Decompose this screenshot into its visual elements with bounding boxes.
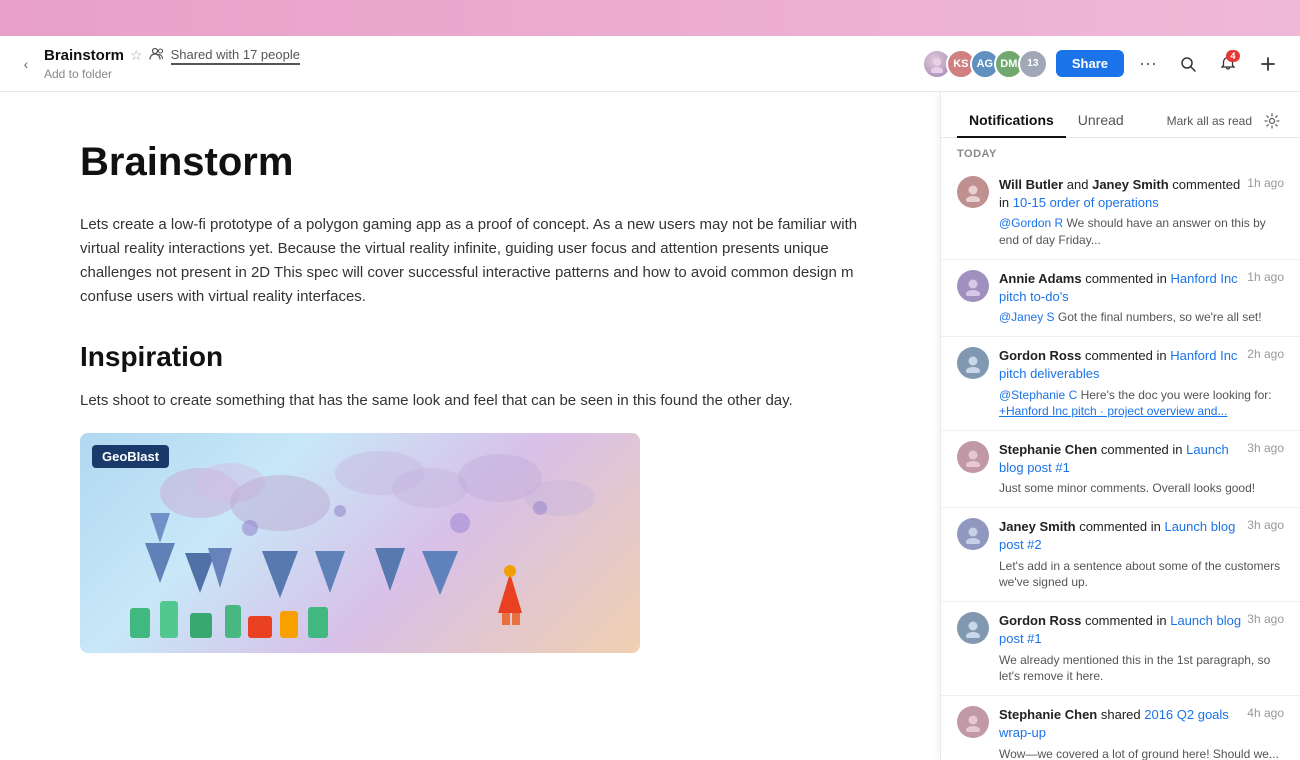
notification-item[interactable]: Annie Adams commented in Hanford Inc pit… <box>941 260 1300 337</box>
notifications-list: TODAY Will Butler and Janey Smith commen… <box>941 138 1300 760</box>
notif-body: Annie Adams commented in Hanford Inc pit… <box>999 270 1284 326</box>
notif-time: 3h ago <box>1247 518 1284 532</box>
document-section-body: Lets shoot to create something that has … <box>80 389 860 413</box>
shared-text[interactable]: Shared with 17 people <box>171 47 300 65</box>
notif-preview: We already mentioned this in the 1st par… <box>999 652 1284 686</box>
notifications-tabs: Notifications Unread <box>957 104 1136 137</box>
shared-people-icon <box>149 46 165 65</box>
notification-item[interactable]: Janey Smith commented in Launch blog pos… <box>941 508 1300 602</box>
notif-preview: @Janey S Got the final numbers, so we're… <box>999 309 1284 326</box>
add-to-folder[interactable]: Add to folder <box>44 67 300 81</box>
notif-text: Gordon Ross commented in Launch blog pos… <box>999 612 1243 648</box>
notification-item[interactable]: Gordon Ross commented in Launch blog pos… <box>941 602 1300 696</box>
notif-text: Stephanie Chen commented in Launch blog … <box>999 441 1243 477</box>
notif-avatar <box>957 518 989 550</box>
notif-avatar <box>957 270 989 302</box>
notification-item[interactable]: Stephanie Chen commented in Launch blog … <box>941 431 1300 508</box>
notif-text: Stephanie Chen shared 2016 Q2 goals wrap… <box>999 706 1243 742</box>
notif-time: 2h ago <box>1247 347 1284 361</box>
document-title: Brainstorm <box>80 140 860 185</box>
notif-row: Stephanie Chen shared 2016 Q2 goals wrap… <box>999 706 1284 745</box>
notification-item[interactable]: Stephanie Chen shared 2016 Q2 goals wrap… <box>941 696 1300 760</box>
shared-section[interactable]: Shared with 17 people <box>149 46 300 65</box>
notif-body: Gordon Ross commented in Hanford Inc pit… <box>999 347 1284 420</box>
notif-text: Gordon Ross commented in Hanford Inc pit… <box>999 347 1243 383</box>
notif-avatar <box>957 706 989 738</box>
document-body: Lets create a low-fi prototype of a poly… <box>80 213 860 309</box>
notif-time: 3h ago <box>1247 441 1284 455</box>
notif-row: Annie Adams commented in Hanford Inc pit… <box>999 270 1284 309</box>
notif-avatar <box>957 176 989 208</box>
notif-preview: @Stephanie C Here's the doc you were loo… <box>999 387 1284 421</box>
notif-body: Will Butler and Janey Smith commented in… <box>999 176 1284 249</box>
doc-title-row: Brainstorm ☆ Shared with 17 people <box>44 46 300 65</box>
notifications-header: Notifications Unread Mark all as read <box>941 92 1300 138</box>
notif-time: 1h ago <box>1247 270 1284 284</box>
geoblast-badge: GeoBIast <box>92 445 169 468</box>
notifications-today-label: TODAY <box>941 138 1300 166</box>
notif-time: 4h ago <box>1247 706 1284 720</box>
notif-preview: Let's add in a sentence about some of th… <box>999 558 1284 592</box>
notifications-tabs-row: Notifications Unread Mark all as read <box>957 104 1284 137</box>
notif-row: Gordon Ross commented in Launch blog pos… <box>999 612 1284 651</box>
notifications-settings-icon[interactable] <box>1260 109 1284 133</box>
bell-badge: 4 <box>1226 50 1240 62</box>
notif-time: 1h ago <box>1247 176 1284 190</box>
notif-text: Will Butler and Janey Smith commented in… <box>999 176 1243 212</box>
document-content: Brainstorm Lets create a low-fi prototyp… <box>0 92 940 760</box>
doc-title-section: Brainstorm ☆ Shared with 17 people Add t… <box>44 46 300 81</box>
more-button[interactable]: ··· <box>1132 48 1164 80</box>
back-button[interactable]: ‹ <box>16 54 36 74</box>
notif-body: Janey Smith commented in Launch blog pos… <box>999 518 1284 591</box>
doc-title: Brainstorm <box>44 47 124 64</box>
document-section-title: Inspiration <box>80 341 860 373</box>
notif-preview: @Gordon R We should have an answer on th… <box>999 215 1284 249</box>
notif-row: Janey Smith commented in Launch blog pos… <box>999 518 1284 557</box>
header: ‹ Brainstorm ☆ Shared with 17 people <box>0 36 1300 92</box>
notif-row: Gordon Ross commented in Hanford Inc pit… <box>999 347 1284 386</box>
mark-all-read-button[interactable]: Mark all as read <box>1167 114 1252 128</box>
notification-item[interactable]: Gordon Ross commented in Hanford Inc pit… <box>941 337 1300 431</box>
notif-avatar <box>957 441 989 473</box>
document-image: GeoBIast <box>80 433 640 653</box>
header-left: ‹ Brainstorm ☆ Shared with 17 people <box>16 46 922 81</box>
star-icon[interactable]: ☆ <box>130 47 143 64</box>
notification-item[interactable]: Will Butler and Janey Smith commented in… <box>941 166 1300 260</box>
notif-row: Stephanie Chen commented in Launch blog … <box>999 441 1284 480</box>
notif-body: Stephanie Chen shared 2016 Q2 goals wrap… <box>999 706 1284 760</box>
notifications-bell-button[interactable]: 4 <box>1212 48 1244 80</box>
header-right: KS AG DM 13 Share ··· 4 <box>922 48 1284 80</box>
avatar-stack: KS AG DM 13 <box>922 49 1048 79</box>
tab-unread[interactable]: Unread <box>1066 104 1136 138</box>
notifications-panel: Notifications Unread Mark all as read TO… <box>940 92 1300 760</box>
notif-avatar <box>957 347 989 379</box>
avatar-count[interactable]: 13 <box>1018 49 1048 79</box>
top-bar <box>0 0 1300 36</box>
notif-preview: Just some minor comments. Overall looks … <box>999 480 1284 497</box>
notif-body: Gordon Ross commented in Launch blog pos… <box>999 612 1284 685</box>
notif-text: Janey Smith commented in Launch blog pos… <box>999 518 1243 554</box>
notif-avatar <box>957 612 989 644</box>
notif-preview: Wow—we covered a lot of ground here! Sho… <box>999 746 1284 760</box>
plus-button[interactable] <box>1252 48 1284 80</box>
main-area: Brainstorm Lets create a low-fi prototyp… <box>0 92 1300 760</box>
notif-text: Annie Adams commented in Hanford Inc pit… <box>999 270 1243 306</box>
notif-row: Will Butler and Janey Smith commented in… <box>999 176 1284 215</box>
tab-notifications[interactable]: Notifications <box>957 104 1066 138</box>
notifications-actions: Mark all as read <box>1167 109 1284 133</box>
notif-body: Stephanie Chen commented in Launch blog … <box>999 441 1284 497</box>
search-button[interactable] <box>1172 48 1204 80</box>
notif-time: 3h ago <box>1247 612 1284 626</box>
share-button[interactable]: Share <box>1056 50 1124 77</box>
